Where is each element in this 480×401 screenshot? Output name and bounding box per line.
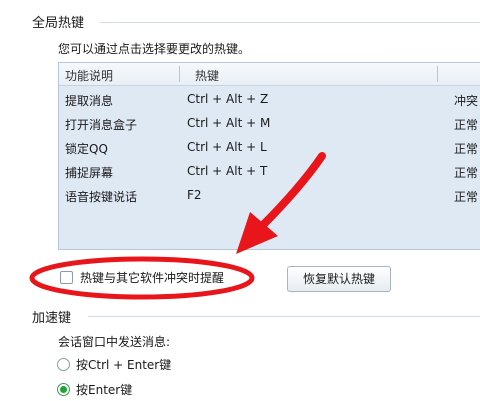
annotation-overlay bbox=[29, 152, 326, 300]
annotation-arrow-shaft bbox=[258, 152, 326, 230]
annotation-ellipse bbox=[29, 256, 255, 300]
